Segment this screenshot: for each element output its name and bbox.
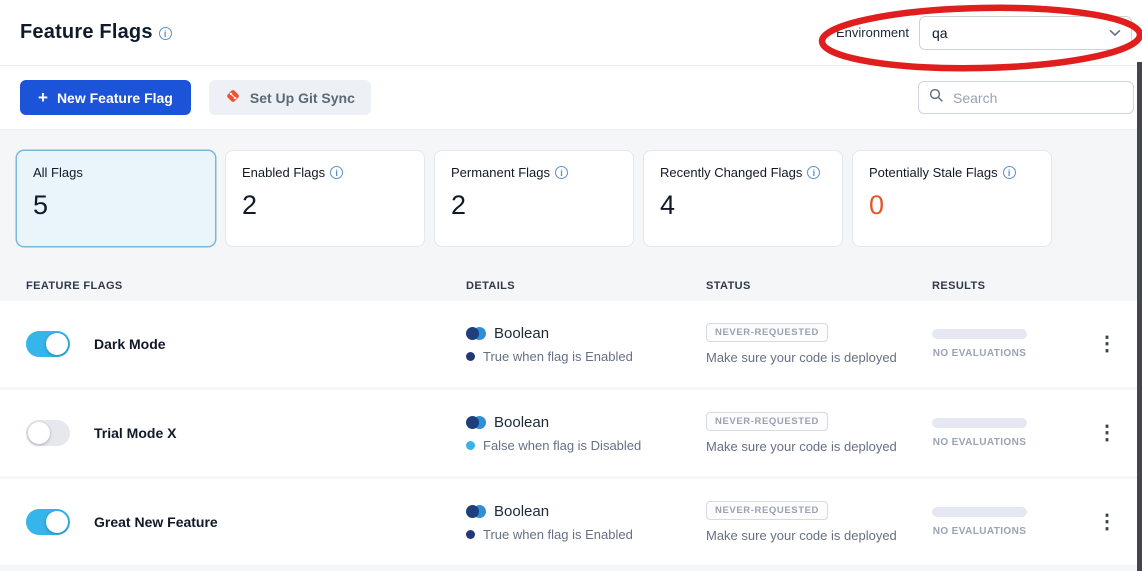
environment-dropdown[interactable]: qa bbox=[919, 16, 1132, 50]
kebab-menu-icon[interactable]: ⋮ bbox=[1089, 508, 1125, 536]
variation-text: False when flag is Disabled bbox=[483, 438, 641, 453]
info-icon[interactable] bbox=[1003, 166, 1016, 179]
chevron-down-icon bbox=[1109, 24, 1121, 42]
card-label: Recently Changed Flags bbox=[660, 165, 826, 180]
flag-name[interactable]: Great New Feature bbox=[94, 514, 218, 530]
vertical-scrollbar[interactable] bbox=[1137, 62, 1142, 571]
card-label: Enabled Flags bbox=[242, 165, 408, 180]
search-input[interactable] bbox=[951, 89, 1123, 107]
boolean-type-icon bbox=[466, 327, 486, 340]
kebab-menu-icon[interactable]: ⋮ bbox=[1089, 419, 1125, 447]
feature-flags-page: Feature Flags Environment qa + New Featu… bbox=[0, 0, 1142, 571]
column-header-feature-flags: FEATURE FLAGS bbox=[0, 280, 466, 292]
card-label: Potentially Stale Flags bbox=[869, 165, 1035, 180]
card-potentially-stale-flags[interactable]: Potentially Stale Flags 0 bbox=[852, 150, 1052, 247]
search-box bbox=[918, 81, 1134, 114]
card-count: 2 bbox=[242, 190, 408, 221]
environment-value: qa bbox=[932, 25, 948, 41]
column-header-details: DETAILS bbox=[466, 280, 706, 292]
card-count: 5 bbox=[33, 190, 199, 221]
card-label: Permanent Flags bbox=[451, 165, 617, 180]
variation-dot bbox=[466, 530, 475, 539]
info-icon[interactable] bbox=[330, 166, 343, 179]
evaluations-bar bbox=[932, 329, 1027, 339]
new-feature-flag-label: New Feature Flag bbox=[57, 90, 173, 106]
title-wrap: Feature Flags bbox=[20, 21, 172, 44]
status-badge: NEVER-REQUESTED bbox=[706, 412, 828, 431]
kebab-menu-icon[interactable]: ⋮ bbox=[1089, 330, 1125, 358]
flag-type-label: Boolean bbox=[494, 325, 549, 342]
environment-label: Environment bbox=[836, 25, 909, 40]
flag-table-body: Dark Mode Boolean True when flag is Enab… bbox=[0, 301, 1142, 565]
page-title: Feature Flags bbox=[20, 21, 153, 44]
flag-toggle[interactable] bbox=[26, 509, 70, 535]
new-feature-flag-button[interactable]: + New Feature Flag bbox=[20, 80, 191, 115]
status-text: Make sure your code is deployed bbox=[706, 350, 897, 365]
search-icon bbox=[929, 88, 943, 107]
flag-type-label: Boolean bbox=[494, 414, 549, 431]
info-icon[interactable] bbox=[159, 27, 172, 40]
variation-dot bbox=[466, 441, 475, 450]
info-icon[interactable] bbox=[555, 166, 568, 179]
card-count: 4 bbox=[660, 190, 826, 221]
toolbar: + New Feature Flag Set Up Git Sync bbox=[0, 66, 1142, 130]
variation-text: True when flag is Enabled bbox=[483, 349, 633, 364]
plus-icon: + bbox=[38, 89, 48, 106]
flag-toggle[interactable] bbox=[26, 420, 70, 446]
status-badge: NEVER-REQUESTED bbox=[706, 501, 828, 520]
results-text: NO EVALUATIONS bbox=[932, 526, 1027, 537]
git-icon bbox=[225, 88, 241, 107]
boolean-type-icon bbox=[466, 505, 486, 518]
toggle-knob bbox=[46, 333, 68, 355]
table-row: Trial Mode X Boolean False when flag is … bbox=[0, 390, 1137, 476]
results-text: NO EVALUATIONS bbox=[932, 437, 1027, 448]
git-sync-label: Set Up Git Sync bbox=[250, 90, 355, 106]
page-header: Feature Flags Environment qa bbox=[0, 0, 1142, 66]
status-badge: NEVER-REQUESTED bbox=[706, 323, 828, 342]
flag-filter-cards: All Flags 5 Enabled Flags 2 Permanent Fl… bbox=[16, 150, 1142, 247]
evaluations-bar bbox=[932, 507, 1027, 517]
card-recently-changed-flags[interactable]: Recently Changed Flags 4 bbox=[643, 150, 843, 247]
toggle-knob bbox=[28, 422, 50, 444]
card-enabled-flags[interactable]: Enabled Flags 2 bbox=[225, 150, 425, 247]
evaluations-bar bbox=[932, 418, 1027, 428]
status-text: Make sure your code is deployed bbox=[706, 439, 897, 454]
setup-git-sync-button[interactable]: Set Up Git Sync bbox=[209, 80, 371, 115]
card-label: All Flags bbox=[33, 165, 199, 180]
variation-dot bbox=[466, 352, 475, 361]
column-header-results: RESULTS bbox=[932, 280, 1080, 292]
flag-name[interactable]: Dark Mode bbox=[94, 336, 166, 352]
variation-text: True when flag is Enabled bbox=[483, 527, 633, 542]
table-header: FEATURE FLAGS DETAILS STATUS RESULTS bbox=[0, 271, 1142, 301]
table-row: Great New Feature Boolean True when flag… bbox=[0, 479, 1137, 565]
table-row: Dark Mode Boolean True when flag is Enab… bbox=[0, 301, 1137, 387]
card-count: 2 bbox=[451, 190, 617, 221]
results-text: NO EVALUATIONS bbox=[932, 348, 1027, 359]
boolean-type-icon bbox=[466, 416, 486, 429]
flag-type-label: Boolean bbox=[494, 503, 549, 520]
card-permanent-flags[interactable]: Permanent Flags 2 bbox=[434, 150, 634, 247]
status-text: Make sure your code is deployed bbox=[706, 528, 897, 543]
info-icon[interactable] bbox=[807, 166, 820, 179]
flag-toggle[interactable] bbox=[26, 331, 70, 357]
flag-name[interactable]: Trial Mode X bbox=[94, 425, 176, 441]
environment-selector: Environment qa bbox=[836, 16, 1132, 50]
card-count: 0 bbox=[869, 190, 1035, 221]
card-all-flags[interactable]: All Flags 5 bbox=[16, 150, 216, 247]
toggle-knob bbox=[46, 511, 68, 533]
column-header-status: STATUS bbox=[706, 280, 932, 292]
